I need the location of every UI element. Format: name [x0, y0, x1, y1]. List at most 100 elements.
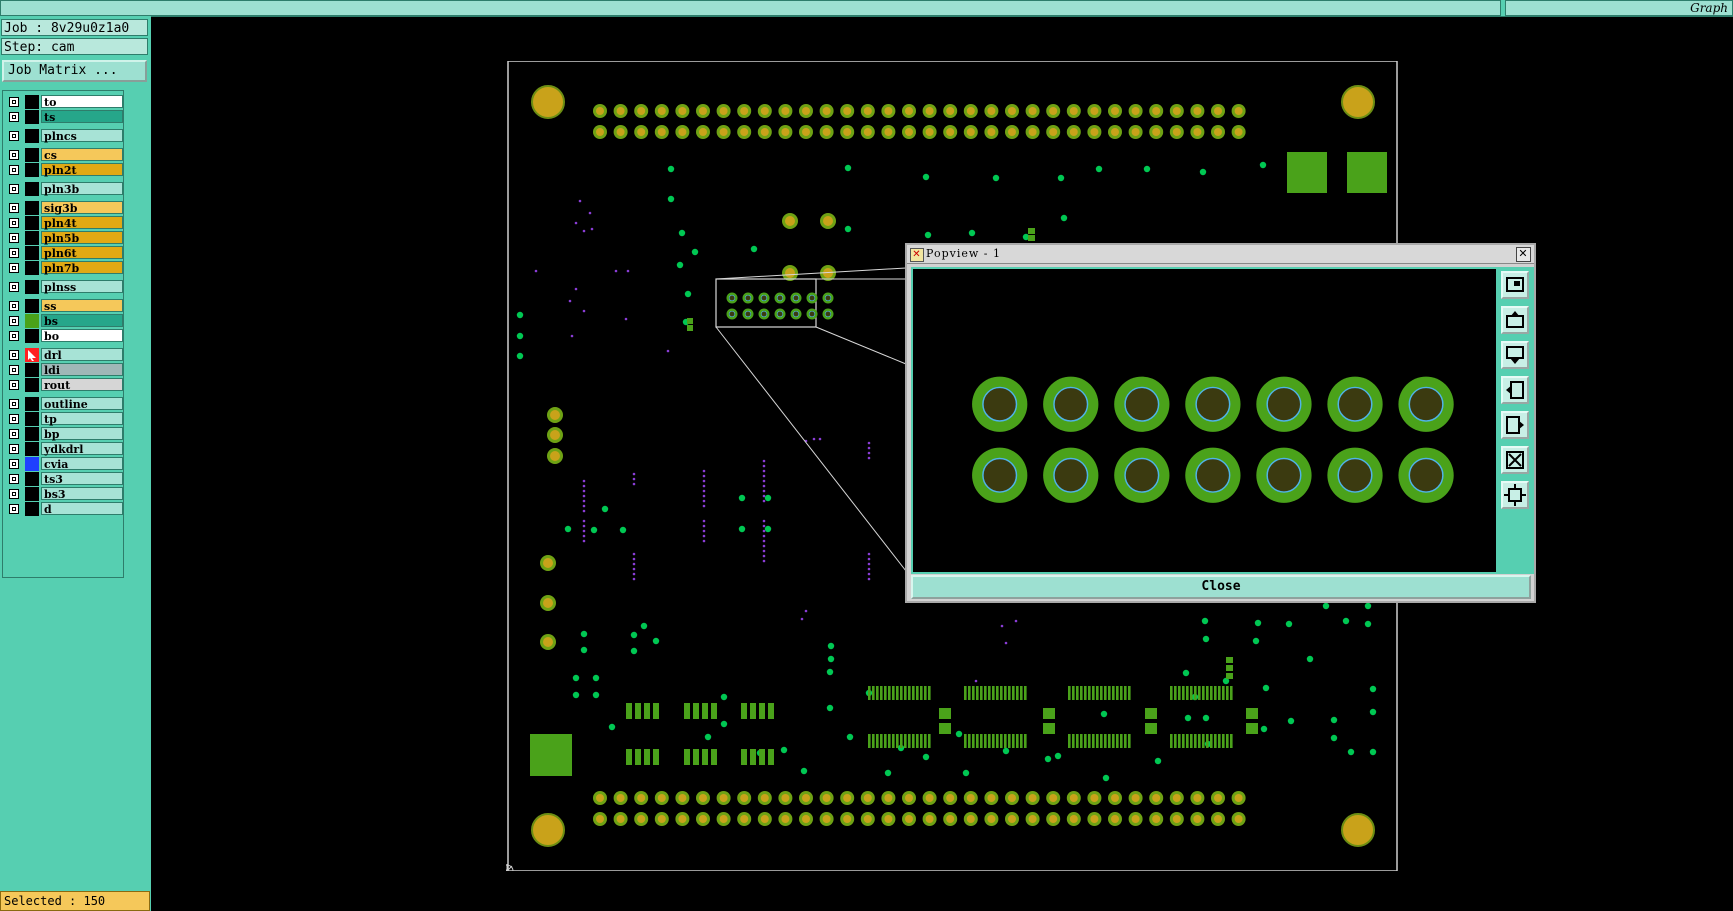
popview-window[interactable]: ✕ Popview - 1 ✕ Close	[905, 243, 1536, 603]
layer-color-swatch[interactable]	[25, 182, 39, 196]
layer-row-sig3b[interactable]: sig3b	[6, 201, 123, 215]
layer-row-plnss[interactable]: plnss	[6, 280, 123, 294]
layer-name[interactable]: pln6t	[41, 246, 123, 260]
layer-color-swatch[interactable]	[25, 216, 39, 230]
layer-name[interactable]: rout	[41, 378, 123, 392]
layer-checkbox[interactable]	[9, 444, 19, 454]
layer-row-drl[interactable]: drl	[6, 348, 123, 362]
graph-panel[interactable]: Graph	[1505, 0, 1733, 16]
layer-list-scrollbar[interactable]	[126, 90, 148, 578]
layer-color-swatch[interactable]	[25, 457, 39, 471]
layer-checkbox[interactable]	[9, 248, 19, 258]
layer-checkbox[interactable]	[9, 316, 19, 326]
layer-checkbox[interactable]	[9, 218, 19, 228]
layer-name[interactable]: d	[41, 502, 123, 516]
layer-row-rout[interactable]: rout	[6, 378, 123, 392]
layer-color-swatch[interactable]	[25, 201, 39, 215]
layer-row-pln4t[interactable]: pln4t	[6, 216, 123, 230]
layer-name[interactable]: bs3	[41, 487, 123, 501]
layer-checkbox[interactable]	[9, 399, 19, 409]
layer-name[interactable]: ydkdrl	[41, 442, 123, 456]
layer-checkbox[interactable]	[9, 414, 19, 424]
layer-name[interactable]: ss	[41, 299, 123, 313]
move-right-icon[interactable]	[1501, 411, 1529, 439]
layer-name[interactable]: plncs	[41, 129, 123, 143]
layer-row-pln2t[interactable]: pln2t	[6, 163, 123, 177]
layer-color-swatch[interactable]	[25, 110, 39, 124]
layer-color-swatch[interactable]	[25, 246, 39, 260]
close-icon[interactable]: ✕	[1516, 247, 1531, 262]
layer-row-pln3b[interactable]: pln3b	[6, 182, 123, 196]
popview-close-button[interactable]: Close	[911, 575, 1531, 599]
layer-checkbox[interactable]	[9, 131, 19, 141]
layer-row-pln7b[interactable]: pln7b	[6, 261, 123, 275]
layer-checkbox[interactable]	[9, 459, 19, 469]
layer-color-swatch[interactable]	[25, 427, 39, 441]
layer-row-bs[interactable]: bs	[6, 314, 123, 328]
layer-name[interactable]: to	[41, 95, 123, 109]
layer-checkbox[interactable]	[9, 380, 19, 390]
layer-row-pln5b[interactable]: pln5b	[6, 231, 123, 245]
layer-color-swatch[interactable]	[25, 129, 39, 143]
layer-checkbox[interactable]	[9, 350, 19, 360]
layer-name[interactable]: sig3b	[41, 201, 123, 215]
move-left-icon[interactable]	[1501, 376, 1529, 404]
layer-checkbox[interactable]	[9, 301, 19, 311]
layer-checkbox[interactable]	[9, 331, 19, 341]
layer-checkbox[interactable]	[9, 365, 19, 375]
maximize-icon[interactable]	[1501, 271, 1529, 299]
layer-checkbox[interactable]	[9, 184, 19, 194]
layer-checkbox[interactable]	[9, 489, 19, 499]
layer-color-swatch[interactable]	[25, 472, 39, 486]
layer-color-swatch[interactable]	[25, 280, 39, 294]
layer-color-swatch[interactable]	[25, 329, 39, 343]
layer-name[interactable]: bp	[41, 427, 123, 441]
layer-checkbox[interactable]	[9, 112, 19, 122]
layer-name[interactable]: bs	[41, 314, 123, 328]
command-strip[interactable]	[0, 0, 1501, 16]
layer-checkbox[interactable]	[9, 150, 19, 160]
layer-row-plncs[interactable]: plncs	[6, 129, 123, 143]
layer-name[interactable]: bo	[41, 329, 123, 343]
layer-name[interactable]: outline	[41, 397, 123, 411]
layer-name[interactable]: cvia	[41, 457, 123, 471]
popview-titlebar[interactable]: ✕ Popview - 1 ✕	[907, 245, 1534, 264]
layer-row-to[interactable]: to	[6, 95, 123, 109]
layer-row-pln6t[interactable]: pln6t	[6, 246, 123, 260]
layer-checkbox[interactable]	[9, 203, 19, 213]
layer-color-swatch[interactable]	[25, 299, 39, 313]
layer-checkbox[interactable]	[9, 263, 19, 273]
layer-checkbox[interactable]	[9, 165, 19, 175]
layer-color-swatch[interactable]	[25, 163, 39, 177]
layer-color-swatch[interactable]	[25, 148, 39, 162]
layer-name[interactable]: ts3	[41, 472, 123, 486]
layer-color-swatch[interactable]	[25, 412, 39, 426]
layer-name[interactable]: pln4t	[41, 216, 123, 230]
zoom-fit-icon[interactable]	[1501, 446, 1529, 474]
layer-color-swatch[interactable]	[25, 261, 39, 275]
layer-color-swatch[interactable]	[25, 95, 39, 109]
move-up-icon[interactable]	[1501, 306, 1529, 334]
layer-name[interactable]: plnss	[41, 280, 123, 294]
layer-name[interactable]: pln3b	[41, 182, 123, 196]
layer-row-cs[interactable]: cs	[6, 148, 123, 162]
layer-row-ydkdrl[interactable]: ydkdrl	[6, 442, 123, 456]
layer-checkbox[interactable]	[9, 282, 19, 292]
popview-canvas[interactable]	[911, 267, 1498, 574]
layer-row-bp[interactable]: bp	[6, 427, 123, 441]
layer-row-bs3[interactable]: bs3	[6, 487, 123, 501]
layer-checkbox[interactable]	[9, 97, 19, 107]
layer-row-tp[interactable]: tp	[6, 412, 123, 426]
layer-color-swatch[interactable]	[25, 397, 39, 411]
layer-name[interactable]: ts	[41, 110, 123, 124]
layer-row-ss[interactable]: ss	[6, 299, 123, 313]
layer-name[interactable]: cs	[41, 148, 123, 162]
move-down-icon[interactable]	[1501, 341, 1529, 369]
layer-name[interactable]: ldi	[41, 363, 123, 377]
layer-checkbox[interactable]	[9, 429, 19, 439]
layer-name[interactable]: pln2t	[41, 163, 123, 177]
layer-row-ldi[interactable]: ldi	[6, 363, 123, 377]
layer-color-swatch[interactable]	[25, 231, 39, 245]
layer-row-outline[interactable]: outline	[6, 397, 123, 411]
layer-color-swatch[interactable]	[25, 487, 39, 501]
